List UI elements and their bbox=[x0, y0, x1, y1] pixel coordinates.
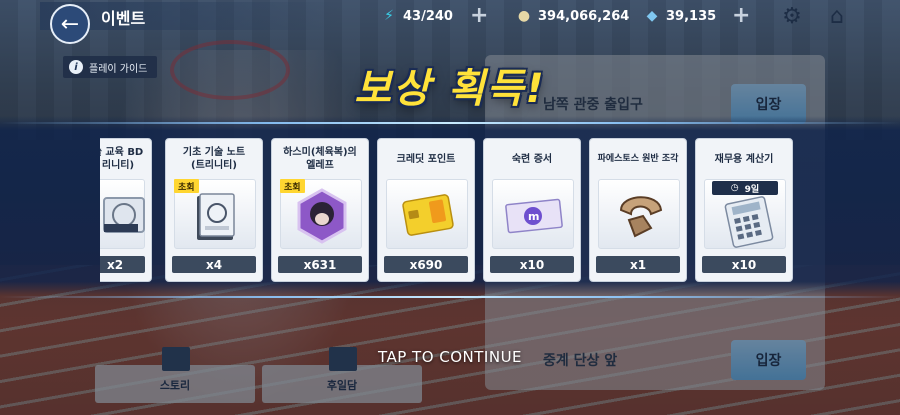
page-title: 이벤트 bbox=[101, 9, 146, 28]
credit-card-icon bbox=[402, 194, 454, 236]
reward-qty: x4 bbox=[172, 256, 256, 273]
reward-qty: x690 bbox=[384, 256, 468, 273]
add-stamina-button[interactable]: + bbox=[470, 3, 488, 28]
gem-icon: ◆ bbox=[646, 8, 658, 24]
settings-button[interactable]: ⚙ bbox=[779, 3, 805, 29]
reward-qty: x1 bbox=[596, 256, 680, 273]
coin-icon: ● bbox=[517, 8, 531, 24]
reward-card[interactable]: 크레딧 포인트 x690 bbox=[377, 138, 475, 282]
top-bar: ← 이벤트 ⚡ 43/240 + ● 394,066,264 ◆ 39,135 … bbox=[0, 0, 900, 44]
lightning-icon: ⚡ bbox=[384, 8, 394, 24]
reward-qty: x10 bbox=[702, 256, 786, 273]
credits-counter: ● 394,066,264 bbox=[515, 5, 629, 27]
reward-card[interactable]: 파에스토스 원반 조각 x1 bbox=[589, 138, 687, 282]
clock-icon: ◷ bbox=[730, 183, 739, 193]
first-clear-badge: 초회 bbox=[174, 179, 199, 193]
reward-card[interactable]: 재무용 계산기 ◷ 9일 x10 bbox=[695, 138, 793, 282]
disk-fragment-icon bbox=[619, 196, 663, 238]
reward-card[interactable]: 술 교육 BD 리니티) x2 bbox=[100, 138, 152, 282]
credits-value: 394,066,264 bbox=[538, 8, 630, 24]
reward-title: 보상 획득! bbox=[354, 66, 546, 112]
gems-value: 39,135 bbox=[666, 8, 717, 24]
stamina-counter: ⚡ 43/240 bbox=[380, 5, 453, 27]
home-icon: ⌂ bbox=[830, 3, 844, 29]
certificate-icon: m bbox=[505, 198, 563, 234]
reward-card[interactable]: 하스미(체육복)의 엘레프 초회 x631 bbox=[271, 138, 369, 282]
reward-name: 파에스토스 원반 조각 bbox=[597, 153, 679, 164]
bd-disk-icon bbox=[103, 197, 145, 233]
gear-icon: ⚙ bbox=[782, 3, 802, 29]
banner-top-line bbox=[0, 122, 900, 124]
reward-name: 크레딧 포인트 bbox=[396, 153, 456, 165]
reward-name: 기초 기술 노트 (트리니티) bbox=[182, 147, 246, 171]
reward-item-slot: m bbox=[492, 179, 574, 249]
reward-card[interactable]: 기초 기술 노트 (트리니티) 초회 x4 bbox=[165, 138, 263, 282]
reward-qty: x2 bbox=[100, 256, 145, 273]
add-gems-button[interactable]: + bbox=[732, 3, 750, 28]
reward-qty: x631 bbox=[278, 256, 362, 273]
banner-bottom-line bbox=[0, 296, 900, 298]
stamina-value: 43/240 bbox=[403, 8, 453, 24]
svg-text:m: m bbox=[528, 210, 539, 223]
home-button[interactable]: ⌂ bbox=[824, 3, 850, 29]
reward-item-slot bbox=[386, 179, 468, 249]
reward-card[interactable]: 숙련 증서 m x10 bbox=[483, 138, 581, 282]
duration-badge: ◷ 9일 bbox=[712, 181, 778, 195]
reward-card-list: 술 교육 BD 리니티) x2 기초 기술 노트 (트리니티) 초회 x4 하스… bbox=[100, 138, 800, 284]
reward-qty: x10 bbox=[490, 256, 574, 273]
tap-to-continue[interactable]: TAP TO CONTINUE bbox=[0, 348, 900, 366]
duration-value: 9일 bbox=[744, 184, 760, 195]
first-clear-badge: 초회 bbox=[280, 179, 305, 193]
reward-item-slot bbox=[598, 179, 680, 249]
reward-name: 하스미(체육복)의 엘레프 bbox=[283, 147, 357, 171]
back-arrow-icon: ← bbox=[60, 11, 80, 37]
reward-name: 숙련 증서 bbox=[511, 153, 553, 165]
back-button[interactable]: ← bbox=[50, 4, 90, 44]
gems-counter: ◆ 39,135 bbox=[643, 5, 717, 27]
reward-item-slot bbox=[100, 179, 145, 249]
reward-name: 술 교육 BD 리니티) bbox=[100, 147, 144, 171]
reward-name: 재무용 계산기 bbox=[714, 153, 774, 165]
